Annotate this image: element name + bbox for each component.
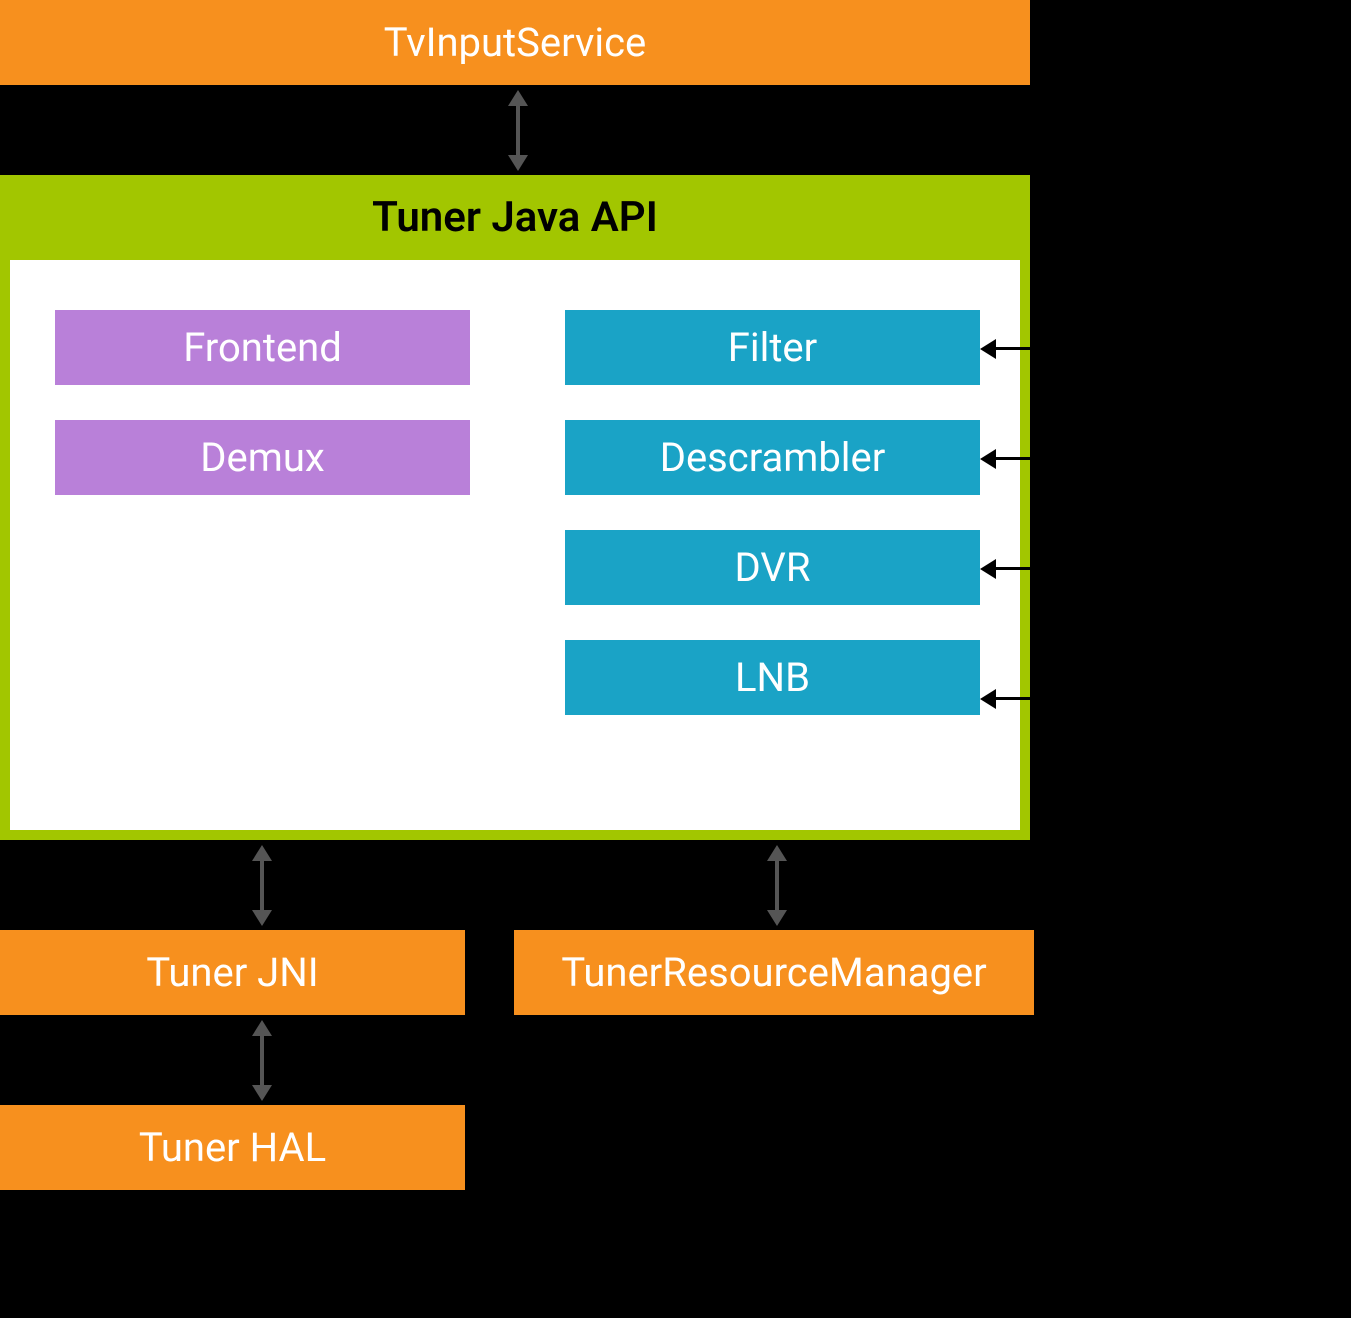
tuner-resource-manager-box: TunerResourceManager <box>514 930 1034 1015</box>
arrow-down-icon <box>508 155 528 171</box>
connector-line <box>995 697 1150 700</box>
tv-input-service-box: TvInputService <box>0 0 1030 85</box>
tuner-jni-label: Tuner JNI <box>146 949 318 996</box>
filter-box: Filter <box>565 310 980 385</box>
connector-line <box>995 457 1150 460</box>
tuner-hal-label: Tuner HAL <box>139 1124 326 1171</box>
connector-line <box>995 567 1150 570</box>
descrambler-label: Descrambler <box>660 434 886 481</box>
arrow-down-icon <box>252 1085 272 1101</box>
tuner-hal-box: Tuner HAL <box>0 1105 465 1190</box>
tuner-jni-box: Tuner JNI <box>0 930 465 1015</box>
tuner-java-api-container: Tuner Java API Frontend Demux Filter Des… <box>0 175 1030 840</box>
arrow-line <box>516 100 520 160</box>
arrow-left-icon <box>980 689 996 709</box>
arrow-line <box>260 1030 264 1090</box>
demux-box: Demux <box>55 420 470 495</box>
tv-input-service-label: TvInputService <box>384 19 647 66</box>
tuner-java-api-label: Tuner Java API <box>372 193 658 242</box>
arrow-left-icon <box>980 339 996 359</box>
tuner-java-api-header: Tuner Java API <box>0 175 1030 260</box>
dvr-label: DVR <box>735 544 811 591</box>
lnb-box: LNB <box>565 640 980 715</box>
dvr-box: DVR <box>565 530 980 605</box>
tuner-api-body: Frontend Demux Filter Descrambler DVR LN… <box>10 260 1020 830</box>
arrow-down-icon <box>767 910 787 926</box>
connector-line <box>1147 40 1150 700</box>
arrow-line <box>775 855 779 915</box>
arrow-left-icon <box>980 449 996 469</box>
arrow-left-icon <box>980 559 996 579</box>
arrow-line <box>260 855 264 915</box>
arrow-down-icon <box>252 910 272 926</box>
frontend-box: Frontend <box>55 310 470 385</box>
descrambler-box: Descrambler <box>565 420 980 495</box>
lnb-label: LNB <box>735 654 810 701</box>
trm-label: TunerResourceManager <box>561 949 986 996</box>
arrow-left-icon <box>1030 32 1046 52</box>
connector-line <box>995 347 1150 350</box>
connector-line <box>1045 40 1150 43</box>
filter-label: Filter <box>728 324 817 371</box>
frontend-label: Frontend <box>183 324 342 371</box>
demux-label: Demux <box>200 434 324 481</box>
